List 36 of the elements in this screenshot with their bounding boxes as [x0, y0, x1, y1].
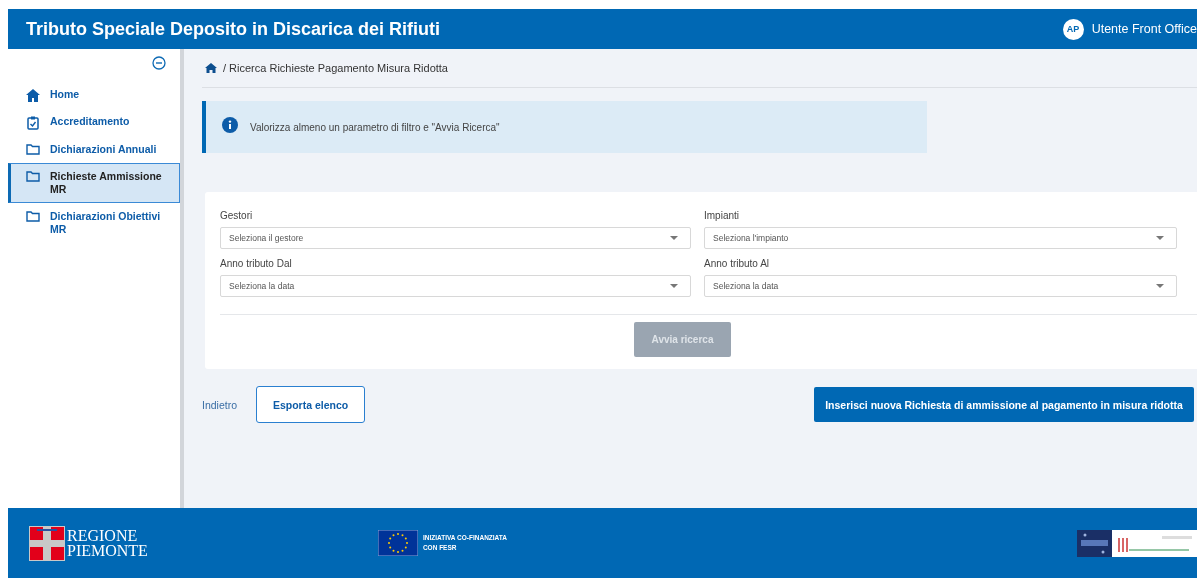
- export-button[interactable]: Esporta elenco: [256, 386, 366, 423]
- home-icon: [26, 89, 40, 102]
- home-icon[interactable]: [205, 63, 217, 73]
- collapse-icon[interactable]: [152, 56, 166, 70]
- field-label: Anno tributo Dal: [220, 258, 293, 269]
- user-avatar[interactable]: AP: [1062, 18, 1084, 40]
- field-label: Anno tributo Al: [704, 258, 771, 269]
- sidebar-item[interactable]: Accreditamento: [8, 109, 180, 136]
- back-link[interactable]: Indietro: [202, 398, 238, 411]
- breadcrumb-text: / Ricerca Richieste Pagamento Misura Ridotta: [223, 62, 448, 74]
- select-field[interactable]: Seleziona la data: [220, 275, 691, 297]
- app-title: Tributo Speciale Deposito in Discarica dei Rifiuti: [26, 18, 441, 40]
- region-logo-text: REGIONE PIEMONTE: [67, 528, 148, 558]
- select-field[interactable]: Seleziona il gestore: [220, 227, 691, 249]
- sidebar-item[interactable]: Dichiarazioni Annuali: [8, 137, 180, 162]
- info-message: Valorizza almeno un parametro di filtro e "Avvia Ricerca": [250, 121, 500, 133]
- sidebar-item[interactable]: Home: [8, 82, 180, 108]
- caret-icon: [1156, 284, 1164, 288]
- field-label: Impianti: [704, 210, 740, 221]
- new-request-button[interactable]: Inserisci nuova Richiesta di ammissione al pagamento in misura ridotta: [814, 387, 1194, 422]
- caret-icon: [670, 284, 678, 288]
- sidebar-item[interactable]: Richieste Ammissione MR: [8, 163, 180, 203]
- eu-flag-icon: [377, 530, 418, 556]
- field-label: Gestori: [220, 210, 254, 221]
- select-field[interactable]: Seleziona la data: [704, 275, 1177, 297]
- caret-icon: [1156, 236, 1164, 240]
- clipboard-icon: [27, 116, 39, 130]
- select-field[interactable]: Seleziona l'impianto: [704, 227, 1177, 249]
- caret-icon: [670, 236, 678, 240]
- info-icon: [222, 117, 238, 133]
- sidebar-item[interactable]: Dichiarazioni Obiettivi MR: [8, 204, 180, 242]
- folder-icon: [26, 144, 40, 155]
- folder-icon: [26, 211, 40, 222]
- flag-icon: [29, 525, 65, 561]
- user-name[interactable]: Utente Front Office: [1091, 22, 1197, 36]
- folder-icon: [26, 171, 40, 182]
